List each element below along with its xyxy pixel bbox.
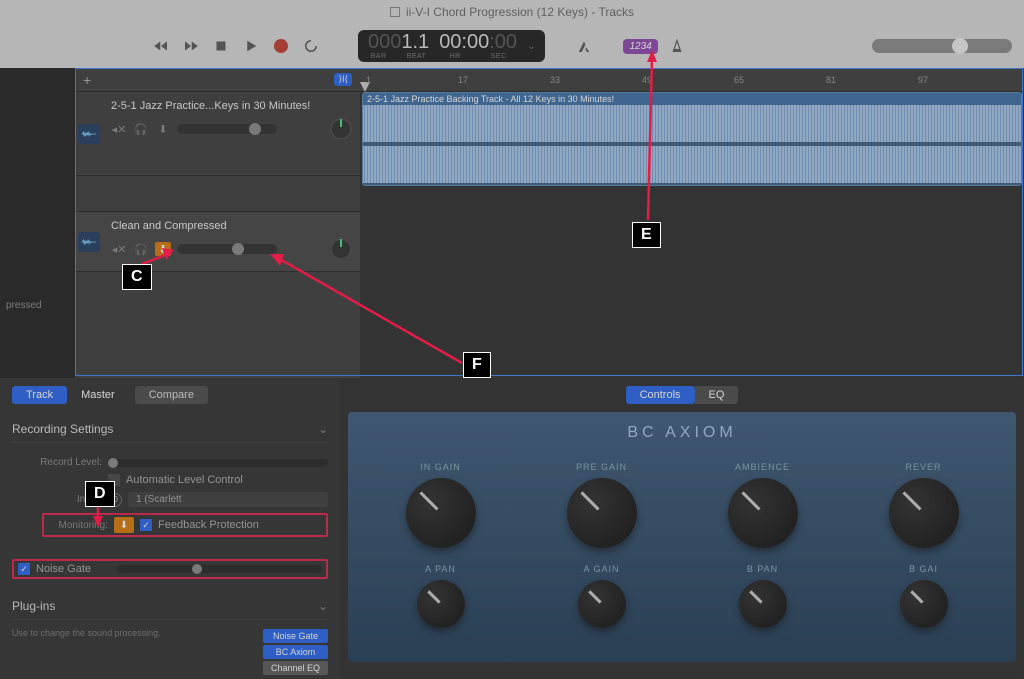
tab-controls[interactable]: Controls bbox=[626, 386, 695, 404]
recording-settings-header[interactable]: Recording Settings⌄ bbox=[12, 416, 328, 443]
count-in-button[interactable]: 1234 bbox=[623, 39, 657, 54]
input-select[interactable]: 1 (Scarlett bbox=[128, 492, 328, 507]
input-monitor-button[interactable]: ⬇ bbox=[155, 122, 171, 136]
solo-button[interactable]: 🎧 bbox=[133, 122, 149, 136]
annotation-d: D bbox=[85, 481, 115, 507]
library-gutter bbox=[0, 68, 75, 378]
metronome-button[interactable] bbox=[666, 35, 688, 57]
reverb-knob[interactable] bbox=[889, 478, 959, 548]
compare-button[interactable]: Compare bbox=[135, 386, 208, 404]
track-name-label[interactable]: 2-5-1 Jazz Practice...Keys in 30 Minutes… bbox=[111, 100, 352, 112]
window-titlebar: ii-V-I Chord Progression (12 Keys) - Tra… bbox=[0, 0, 1024, 24]
waveform-icon bbox=[363, 105, 1021, 183]
b-pan-knob[interactable] bbox=[739, 580, 787, 628]
audio-track-icon bbox=[78, 232, 100, 252]
audio-track-icon bbox=[78, 124, 100, 144]
transport-bar: 0001.1 BARBEAT 00:00:00 HRSEC ⌄ 1234 bbox=[0, 24, 1024, 68]
track-volume-slider[interactable] bbox=[177, 124, 277, 134]
pan-knob[interactable] bbox=[330, 238, 352, 260]
annotation-e: E bbox=[632, 222, 661, 248]
input-monitor-button[interactable]: ⬇ bbox=[155, 242, 171, 256]
pan-knob[interactable] bbox=[330, 118, 352, 140]
window-title: ii-V-I Chord Progression (12 Keys) - Tra… bbox=[406, 5, 634, 19]
plugin-title: BC AXIOM bbox=[360, 424, 1004, 442]
tuner-button[interactable] bbox=[573, 35, 595, 57]
gutter-text: pressed bbox=[6, 300, 42, 311]
tab-eq[interactable]: EQ bbox=[695, 386, 739, 404]
ambience-knob[interactable] bbox=[728, 478, 798, 548]
track-row[interactable]: 2-5-1 Jazz Practice...Keys in 30 Minutes… bbox=[75, 92, 360, 176]
annotation-f: F bbox=[463, 352, 491, 378]
solo-button[interactable]: 🎧 bbox=[133, 242, 149, 256]
plugins-hint: Use to change the sound processing. bbox=[12, 628, 251, 676]
record-level-slider[interactable] bbox=[108, 459, 328, 467]
tab-master[interactable]: Master bbox=[67, 386, 129, 404]
b-gain-knob[interactable] bbox=[900, 580, 948, 628]
chevron-down-icon: ⌄ bbox=[318, 422, 328, 436]
feedback-protection-checkbox[interactable]: ✓ bbox=[140, 519, 152, 531]
annotation-c: C bbox=[122, 264, 152, 290]
lcd-display[interactable]: 0001.1 BARBEAT 00:00:00 HRSEC ⌄ bbox=[358, 30, 545, 62]
track-name-label[interactable]: Clean and Compressed bbox=[111, 220, 352, 232]
cycle-button[interactable] bbox=[300, 35, 322, 57]
stop-button[interactable] bbox=[210, 35, 232, 57]
plugin-chip[interactable]: Noise Gate bbox=[263, 629, 328, 643]
inspector-panel: Track Master Compare Recording Settings⌄… bbox=[0, 378, 340, 679]
document-icon bbox=[390, 7, 400, 17]
lcd-menu-caret[interactable]: ⌄ bbox=[527, 41, 535, 52]
arrange-area[interactable]: 1 17 33 49 65 81 97 2-5-1 Jazz Practice … bbox=[360, 68, 1024, 378]
track-headers-panel: + ⟩I⟨ 2-5-1 Jazz Practice...Keys in 30 M… bbox=[75, 68, 360, 378]
a-gain-knob[interactable] bbox=[578, 580, 626, 628]
noise-gate-slider[interactable] bbox=[117, 565, 322, 573]
track-filter-button[interactable]: ⟩I⟨ bbox=[334, 73, 352, 86]
plugins-header[interactable]: Plug-ins⌄ bbox=[12, 593, 328, 620]
plugin-view-panel: Controls EQ BC AXIOM IN GAIN PRE GAIN AM… bbox=[340, 378, 1024, 679]
record-button[interactable] bbox=[270, 35, 292, 57]
timeline-ruler[interactable]: 1 17 33 49 65 81 97 bbox=[360, 68, 1024, 92]
noise-gate-checkbox[interactable]: ✓ bbox=[18, 563, 30, 575]
track-row[interactable]: Clean and Compressed ◂✕ 🎧 ⬇ bbox=[75, 212, 360, 272]
tab-track[interactable]: Track bbox=[12, 386, 67, 404]
add-track-button[interactable]: + bbox=[83, 72, 99, 88]
monitoring-button[interactable]: ⬇ bbox=[114, 517, 134, 533]
plugin-chip[interactable]: Channel EQ bbox=[263, 661, 328, 675]
master-volume-slider[interactable] bbox=[872, 39, 1012, 53]
pre-gain-knob[interactable] bbox=[567, 478, 637, 548]
play-button[interactable] bbox=[240, 35, 262, 57]
track-volume-slider[interactable] bbox=[177, 244, 277, 254]
audio-region[interactable]: 2-5-1 Jazz Practice Backing Track - All … bbox=[362, 92, 1022, 186]
plugin-chip[interactable]: BC Axiom bbox=[263, 645, 328, 659]
region-title: 2-5-1 Jazz Practice Backing Track - All … bbox=[363, 93, 1021, 105]
mute-button[interactable]: ◂✕ bbox=[111, 242, 127, 256]
rewind-button[interactable] bbox=[150, 35, 172, 57]
forward-button[interactable] bbox=[180, 35, 202, 57]
a-pan-knob[interactable] bbox=[417, 580, 465, 628]
chevron-down-icon: ⌄ bbox=[318, 599, 328, 613]
in-gain-knob[interactable] bbox=[406, 478, 476, 548]
mute-button[interactable]: ◂✕ bbox=[111, 122, 127, 136]
